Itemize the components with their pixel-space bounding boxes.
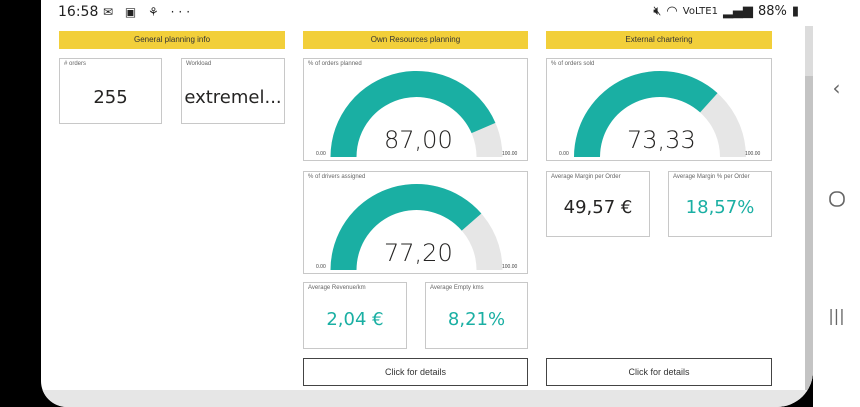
gauge-min: 0.00 [316,151,326,157]
gauge-orders-planned[interactable]: % of orders planned 0.00 100.00 87,00 [303,58,528,161]
gauge-orders-sold[interactable]: % of orders sold 0.00 100.00 73,33 [546,58,772,161]
card-value: extremel... [184,87,282,108]
signal-bars-icon: ▂▄▆ [722,4,753,19]
gauge-min: 0.00 [316,264,326,270]
card-label: # orders [64,61,87,67]
phone-frame: 16:58 ✉ ▣ ⚘ ··· 🔇︎ ◠ VoLTE1 ▂▄▆ 88% ▮ Ge… [0,0,860,407]
screen: 16:58 ✉ ▣ ⚘ ··· 🔇︎ ◠ VoLTE1 ▂▄▆ 88% ▮ Ge… [41,0,813,407]
gauge-max: 100.00 [502,151,518,157]
vertical-scrollbar[interactable] [805,26,813,390]
status-bar: 16:58 ✉ ▣ ⚘ ··· 🔇︎ ◠ VoLTE1 ▂▄▆ 88% ▮ [41,0,813,26]
notification-icons: ✉ ▣ ⚘ ··· [103,5,195,19]
battery-text: 88% [757,4,787,19]
signal-text: VoLTE1 [682,6,718,17]
card-value: 18,57% [685,197,755,218]
card-label: Average Margin % per Order [673,174,750,180]
card-label: Average Revenue/km [308,285,366,291]
card-label: Average Empty kms [430,285,484,291]
gauge-value: 87,00 [384,126,453,154]
details-button-external-chartering[interactable]: Click for details [546,358,772,386]
gauge-max: 100.00 [502,264,518,270]
canvas-bottom-bar [41,390,813,407]
recents-bars-icon[interactable]: ||| [813,306,860,325]
card-label: Average Margin per Order [551,174,621,180]
report-canvas: General planning info Own Resources plan… [48,26,781,390]
battery-icon: ▮ [791,4,799,19]
back-chevron-icon[interactable]: ‹ [813,76,860,100]
home-circle-icon[interactable] [813,190,860,212]
card-orders[interactable]: # orders 255 [59,58,162,124]
header-external-chartering: External chartering [546,31,772,49]
gauge-drivers-assigned[interactable]: % of drivers assigned 0.00 100.00 77,20 [303,171,528,274]
card-average-revenue-km[interactable]: Average Revenue/km 2,04 € [303,282,407,349]
status-right: 🔇︎ ◠ VoLTE1 ▂▄▆ 88% ▮ [653,4,799,19]
card-value: 8,21% [447,309,506,330]
gauge-max: 100.00 [745,151,761,157]
card-average-margin-pct-per-order[interactable]: Average Margin % per Order 18,57% [668,171,772,237]
details-button-own-resources[interactable]: Click for details [303,358,528,386]
card-label: Workload [186,61,212,67]
gauge-value: 77,20 [384,239,453,267]
gauge-value: 73,33 [627,126,696,154]
mute-icon: 🔇︎ [653,4,662,19]
gauge-min: 0.00 [559,151,569,157]
header-general-planning: General planning info [59,31,285,49]
status-time: 16:58 [58,4,99,20]
android-nav-bar: ‹ ||| [813,0,860,407]
header-own-resources: Own Resources planning [303,31,528,49]
card-average-margin-per-order[interactable]: Average Margin per Order 49,57 € [546,171,650,237]
card-value: 255 [93,87,128,108]
wifi-icon: ◠ [666,4,678,19]
card-average-empty-kms[interactable]: Average Empty kms 8,21% [425,282,528,349]
card-workload[interactable]: Workload extremel... [181,58,285,124]
scroll-thumb[interactable] [805,76,813,390]
card-value: 49,57 € [563,197,633,218]
card-value: 2,04 € [326,309,384,330]
